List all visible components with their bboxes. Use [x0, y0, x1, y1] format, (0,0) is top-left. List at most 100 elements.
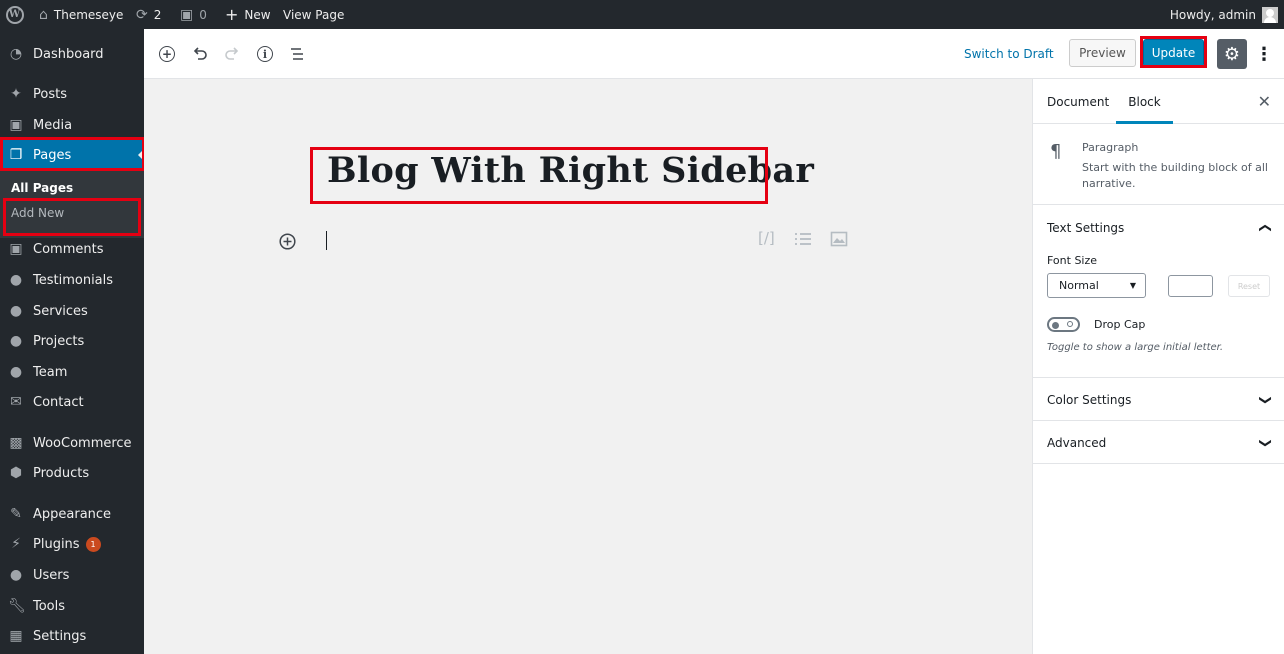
envelope-icon: ✉: [10, 394, 22, 410]
comments-link[interactable]: ▣ 0: [180, 0, 207, 29]
pages-highlight-box: [0, 137, 145, 171]
dropdown-arrow-icon: ▼: [1129, 281, 1136, 290]
plugins-update-badge: 1: [85, 536, 101, 552]
sidebar-item-appearance[interactable]: ✎ Appearance: [0, 499, 144, 529]
comment-icon: ▣: [9, 241, 23, 257]
plus-circle-icon: +: [159, 46, 175, 62]
shortcode-block-button[interactable]: [/]: [758, 231, 775, 246]
brush-icon: ✎: [10, 506, 22, 522]
my-account-link[interactable]: Howdy, admin: [1170, 0, 1278, 29]
more-menu-button[interactable]: ⋮: [1255, 42, 1273, 66]
sidebar-item-team[interactable]: ● Team: [0, 357, 144, 387]
plug-icon: ⚡: [11, 536, 21, 552]
sidebar-tabs: Document Block ✕: [1033, 79, 1284, 124]
image-icon: [830, 231, 848, 247]
drop-cap-toggle[interactable]: [1047, 317, 1080, 332]
sidebar-item-plugins[interactable]: ⚡ Plugins 1: [0, 529, 144, 559]
preview-button[interactable]: Preview: [1069, 39, 1136, 67]
font-size-select[interactable]: Normal ▼: [1047, 273, 1146, 298]
tab-block[interactable]: Block: [1116, 79, 1173, 124]
tab-document[interactable]: Document: [1047, 79, 1109, 124]
image-block-button[interactable]: [830, 231, 848, 250]
update-highlight-box: [1140, 36, 1207, 68]
media-icon: ▣: [9, 117, 23, 133]
editor-canvas: Blog With Right Sidebar [/]: [144, 79, 1032, 654]
wordpress-logo-icon[interactable]: W: [0, 0, 29, 29]
block-card: ¶ Paragraph Start with the building bloc…: [1033, 124, 1284, 205]
admin-sidebar: ◔ Dashboard ✦ Posts ▣ Media ❐ Pages All …: [0, 29, 144, 654]
color-settings-toggle[interactable]: Color Settings ❯: [1033, 378, 1284, 421]
sidebar-item-woocommerce[interactable]: ▩ WooCommerce: [0, 428, 144, 458]
shortcode-icon: [/]: [758, 229, 775, 247]
users-icon: ●: [9, 303, 23, 319]
new-content-link[interactable]: + New: [225, 0, 271, 29]
sidebar-item-tools[interactable]: 🔧︎ Tools: [0, 591, 144, 621]
switch-to-draft-button[interactable]: Switch to Draft: [964, 29, 1054, 79]
font-size-reset-button[interactable]: Reset: [1228, 275, 1270, 297]
updates-link[interactable]: ⟳ 2: [136, 0, 161, 29]
title-highlight-box: [310, 147, 768, 204]
users-icon: ●: [9, 333, 23, 349]
submenu-all-pages[interactable]: All Pages: [11, 181, 73, 195]
gear-icon: ⚙: [1223, 43, 1241, 65]
box-icon: ⬢: [9, 465, 23, 481]
pin-icon: ✦: [10, 86, 22, 102]
paragraph-block-caret[interactable]: [326, 231, 327, 250]
undo-button[interactable]: [188, 42, 212, 66]
users-icon: ●: [9, 272, 23, 288]
editor-header: + i Switch to Draft Preview Update ⚙ ⋮: [144, 29, 1284, 79]
list-icon: [795, 233, 811, 245]
chevron-down-icon: ❯: [1258, 437, 1273, 448]
font-size-label: Font Size: [1047, 254, 1098, 267]
add-new-highlight-box: [3, 198, 141, 236]
inline-inserter-button[interactable]: [279, 233, 296, 250]
plus-circle-icon: [279, 233, 296, 250]
avatar: [1262, 6, 1278, 23]
sidebar-item-services[interactable]: ● Services: [0, 296, 144, 326]
site-name-link[interactable]: ⌂ Themeseye: [39, 0, 123, 29]
sidebar-item-media[interactable]: ▣ Media: [0, 110, 144, 140]
sidebar-item-projects[interactable]: ● Projects: [0, 326, 144, 356]
user-icon: ●: [9, 567, 23, 583]
sidebar-item-posts[interactable]: ✦ Posts: [0, 79, 144, 109]
sidebar-item-users[interactable]: ● Users: [0, 560, 144, 590]
text-settings-toggle[interactable]: Text Settings ❮: [1033, 206, 1284, 249]
woo-icon: ▩: [9, 435, 23, 451]
close-icon[interactable]: ✕: [1258, 92, 1271, 111]
list-outline-icon: [291, 48, 303, 60]
comment-bubble-icon: ▣: [180, 6, 194, 23]
sidebar-item-settings[interactable]: ▦ Settings: [0, 621, 144, 651]
block-title: Paragraph: [1082, 141, 1139, 154]
content-info-button[interactable]: i: [253, 42, 277, 66]
redo-icon: [225, 47, 239, 60]
block-description: Start with the building block of all nar…: [1082, 161, 1268, 190]
settings-icon: ▦: [9, 628, 23, 644]
view-page-link[interactable]: View Page: [283, 0, 344, 29]
chevron-down-icon: ❯: [1258, 394, 1273, 405]
add-block-button[interactable]: +: [155, 42, 179, 66]
sidebar-item-dashboard[interactable]: ◔ Dashboard: [0, 39, 144, 69]
drop-cap-help: Toggle to show a large initial letter.: [1047, 342, 1224, 353]
sidebar-item-products[interactable]: ⬢ Products: [0, 458, 144, 488]
info-icon: i: [257, 46, 273, 62]
sidebar-item-testimonials[interactable]: ● Testimonials: [0, 265, 144, 295]
list-block-button[interactable]: [794, 231, 812, 250]
undo-icon: [193, 47, 207, 60]
settings-toggle-button[interactable]: ⚙: [1217, 39, 1247, 69]
vertical-ellipsis-icon: ⋮: [1255, 43, 1273, 65]
paragraph-icon: ¶: [1050, 141, 1062, 162]
wrench-icon: 🔧︎: [8, 598, 26, 614]
users-icon: ●: [9, 364, 23, 380]
admin-bar: W ⌂ Themeseye ⟳ 2 ▣ 0 + New View Page Ho…: [0, 0, 1284, 29]
refresh-icon: ⟳: [136, 6, 148, 23]
home-icon: ⌂: [39, 6, 48, 23]
advanced-toggle[interactable]: Advanced ❯: [1033, 421, 1284, 464]
chevron-up-icon: ❮: [1258, 222, 1273, 233]
block-navigation-button[interactable]: [285, 42, 309, 66]
block-settings-sidebar: Document Block ✕ ¶ Paragraph Start with …: [1032, 79, 1284, 654]
sidebar-item-comments[interactable]: ▣ Comments: [0, 234, 144, 264]
dashboard-icon: ◔: [9, 46, 23, 62]
custom-font-size-input[interactable]: [1168, 275, 1213, 297]
sidebar-item-contact[interactable]: ✉ Contact: [0, 387, 144, 417]
redo-button[interactable]: [220, 42, 244, 66]
